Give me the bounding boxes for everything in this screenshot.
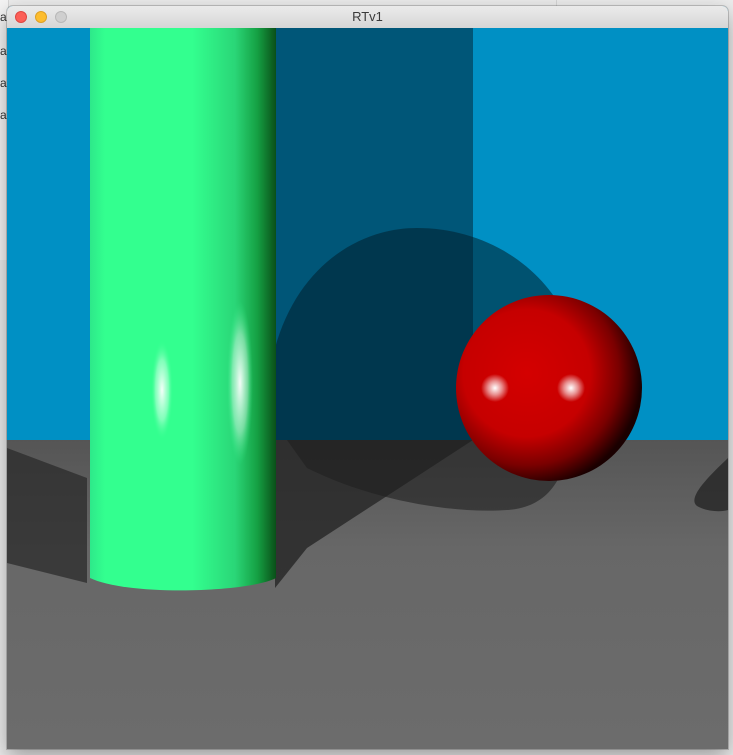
cylinder-highlight xyxy=(227,301,253,465)
green-cylinder xyxy=(90,28,276,591)
ray-traced-scene xyxy=(7,28,728,749)
sphere-highlight xyxy=(481,374,509,402)
cylinder-highlight xyxy=(151,340,173,440)
title-bar[interactable]: RTv1 xyxy=(7,6,728,29)
window-title: RTv1 xyxy=(352,9,383,24)
sphere-highlight xyxy=(557,374,585,402)
rtv1-window: RTv1 xyxy=(7,6,728,749)
render-canvas[interactable] xyxy=(7,28,728,749)
